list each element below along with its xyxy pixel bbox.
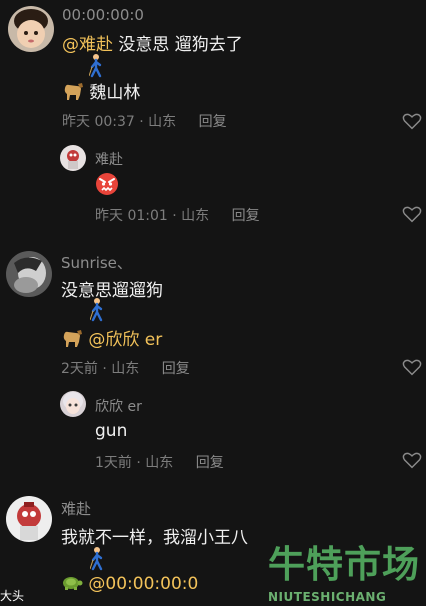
- turtle-emoji-icon: [63, 577, 83, 590]
- person-walking-emoji-icon: [90, 547, 103, 571]
- comment-meta: 2天前 · 山东 回复: [61, 358, 190, 378]
- mention-link[interactable]: @欣欣 er: [88, 330, 162, 350]
- watermark-subtitle: NIUTESHICHANG: [268, 590, 387, 604]
- comment-text: @欣欣 er: [61, 325, 162, 350]
- comment-meta: 昨天 00:37 · 山东 回复: [62, 111, 227, 131]
- comment-timestamp: 昨天 01:01 · 山东: [95, 208, 210, 224]
- comment-body: gun: [95, 421, 128, 441]
- comment-body: 魏山林: [89, 83, 141, 103]
- reply-button[interactable]: 回复: [196, 455, 224, 471]
- dog-emoji-icon: [64, 83, 83, 100]
- comment-timestamp: 2天前 · 山东: [61, 361, 140, 377]
- comment-meta: 昨天 01:01 · 山东 回复: [95, 205, 260, 225]
- comment-text: 没意思遛遛狗: [61, 276, 163, 301]
- avatar[interactable]: [6, 496, 52, 542]
- person-walking-emoji-icon: [90, 298, 103, 322]
- comment-text: @00:00:00:0: [61, 572, 198, 594]
- comment-body: 没意思遛遛狗: [61, 281, 163, 301]
- comment-timestamp: 昨天 00:37 · 山东: [62, 114, 177, 130]
- comment-username[interactable]: 难赴: [95, 149, 123, 169]
- comment-text: @难赴 没意思 遛狗去了: [62, 30, 243, 55]
- comment-text: 我就不一样，我溜小王八: [61, 523, 248, 548]
- site-watermark: 牛特市场 NIUTESHICHANG: [268, 534, 426, 604]
- person-walking-emoji-icon: [89, 54, 102, 78]
- heart-outline-icon[interactable]: [402, 358, 422, 376]
- comment-timestamp: 1天前 · 山东: [95, 455, 174, 471]
- dog-emoji-icon: [63, 330, 82, 347]
- avatar[interactable]: [60, 145, 86, 171]
- comment-text: gun: [95, 421, 127, 441]
- comment-body: 我就不一样，我溜小王八: [61, 528, 248, 548]
- heart-outline-icon[interactable]: [402, 205, 422, 223]
- comment-text: 魏山林: [62, 78, 140, 103]
- reply-button[interactable]: 回复: [232, 208, 260, 224]
- watermark-title: 牛特市场: [268, 543, 420, 586]
- mention-link[interactable]: @难赴: [62, 35, 113, 55]
- reply-button[interactable]: 回复: [199, 114, 227, 130]
- heart-outline-icon[interactable]: [402, 112, 422, 130]
- comment-username[interactable]: 00:00:00:0: [62, 6, 144, 24]
- comment-username[interactable]: 难赴: [61, 498, 91, 519]
- avatar[interactable]: [8, 6, 54, 52]
- comment-body: 没意思 遛狗去了: [118, 35, 243, 55]
- avatar[interactable]: [60, 391, 86, 417]
- comment-username[interactable]: 欣欣 er: [95, 396, 142, 416]
- reply-button[interactable]: 回复: [162, 361, 190, 377]
- comment-meta: 1天前 · 山东 回复: [95, 452, 224, 472]
- edge-cut-text: 大头: [0, 589, 25, 603]
- avatar[interactable]: [6, 251, 52, 297]
- angry-face-icon: [96, 173, 118, 195]
- mention-link[interactable]: @00:00:00:0: [88, 574, 198, 594]
- heart-outline-icon[interactable]: [402, 451, 422, 469]
- comment-username[interactable]: Sunrise、: [61, 252, 132, 273]
